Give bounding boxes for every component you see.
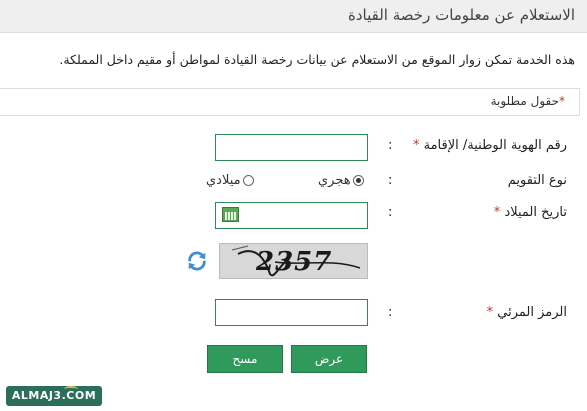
calendar-type-label: نوع التقويم [507,173,567,188]
refresh-captcha-icon[interactable] [186,250,208,272]
service-description: هذه الخدمة تمكن زوار الموقع من الاستعلام… [59,52,575,67]
radio-hijri-label: هجري [318,173,351,188]
dob-label: تاريخ الميلاد * [494,205,567,220]
captcha-required-star: * [486,305,494,320]
calendar-colon: : [388,173,393,188]
captcha-code-label-text: الرمز المرئي [497,305,567,320]
id-colon: : [388,138,393,153]
radio-gregorian-circle[interactable] [242,175,254,186]
required-fields-label: حقول مطلوبة [490,94,559,108]
calendar-icon[interactable] [222,207,239,222]
required-fields-note: *حقول مطلوبة [491,94,565,108]
id-number-label-text: رقم الهوية الوطنية/ الإقامة [423,138,567,153]
radio-gregorian[interactable]: ميلادي [206,173,254,188]
radio-hijri-circle[interactable] [352,175,364,186]
page-title: الاستعلام عن معلومات رخصة القيادة [348,6,575,24]
required-fields-bar: *حقول مطلوبة [0,88,580,116]
captcha-text: 2357 [256,247,333,277]
captcha-input[interactable] [215,299,368,326]
watermark-logo: ALMAJ3.COM [6,386,102,406]
captcha-colon: : [388,305,393,320]
page-header: الاستعلام عن معلومات رخصة القيادة [0,0,587,33]
dob-required-star: * [493,205,501,220]
clear-button[interactable]: مسح [207,345,283,373]
id-number-input[interactable] [215,134,368,161]
watermark-text: ALMAJ3.COM [11,389,97,402]
dob-colon: : [388,205,393,220]
submit-button[interactable]: عرض [291,345,367,373]
id-required-star: * [412,138,420,153]
radio-gregorian-label: ميلادي [206,173,241,188]
dob-label-text: تاريخ الميلاد [504,205,567,220]
captcha-code-label: الرمز المرئي * [487,305,567,320]
required-star: * [559,94,565,108]
id-number-label: رقم الهوية الوطنية/ الإقامة * [413,138,567,153]
captcha-image: 2357 [219,243,368,279]
radio-hijri[interactable]: هجري [318,173,364,188]
